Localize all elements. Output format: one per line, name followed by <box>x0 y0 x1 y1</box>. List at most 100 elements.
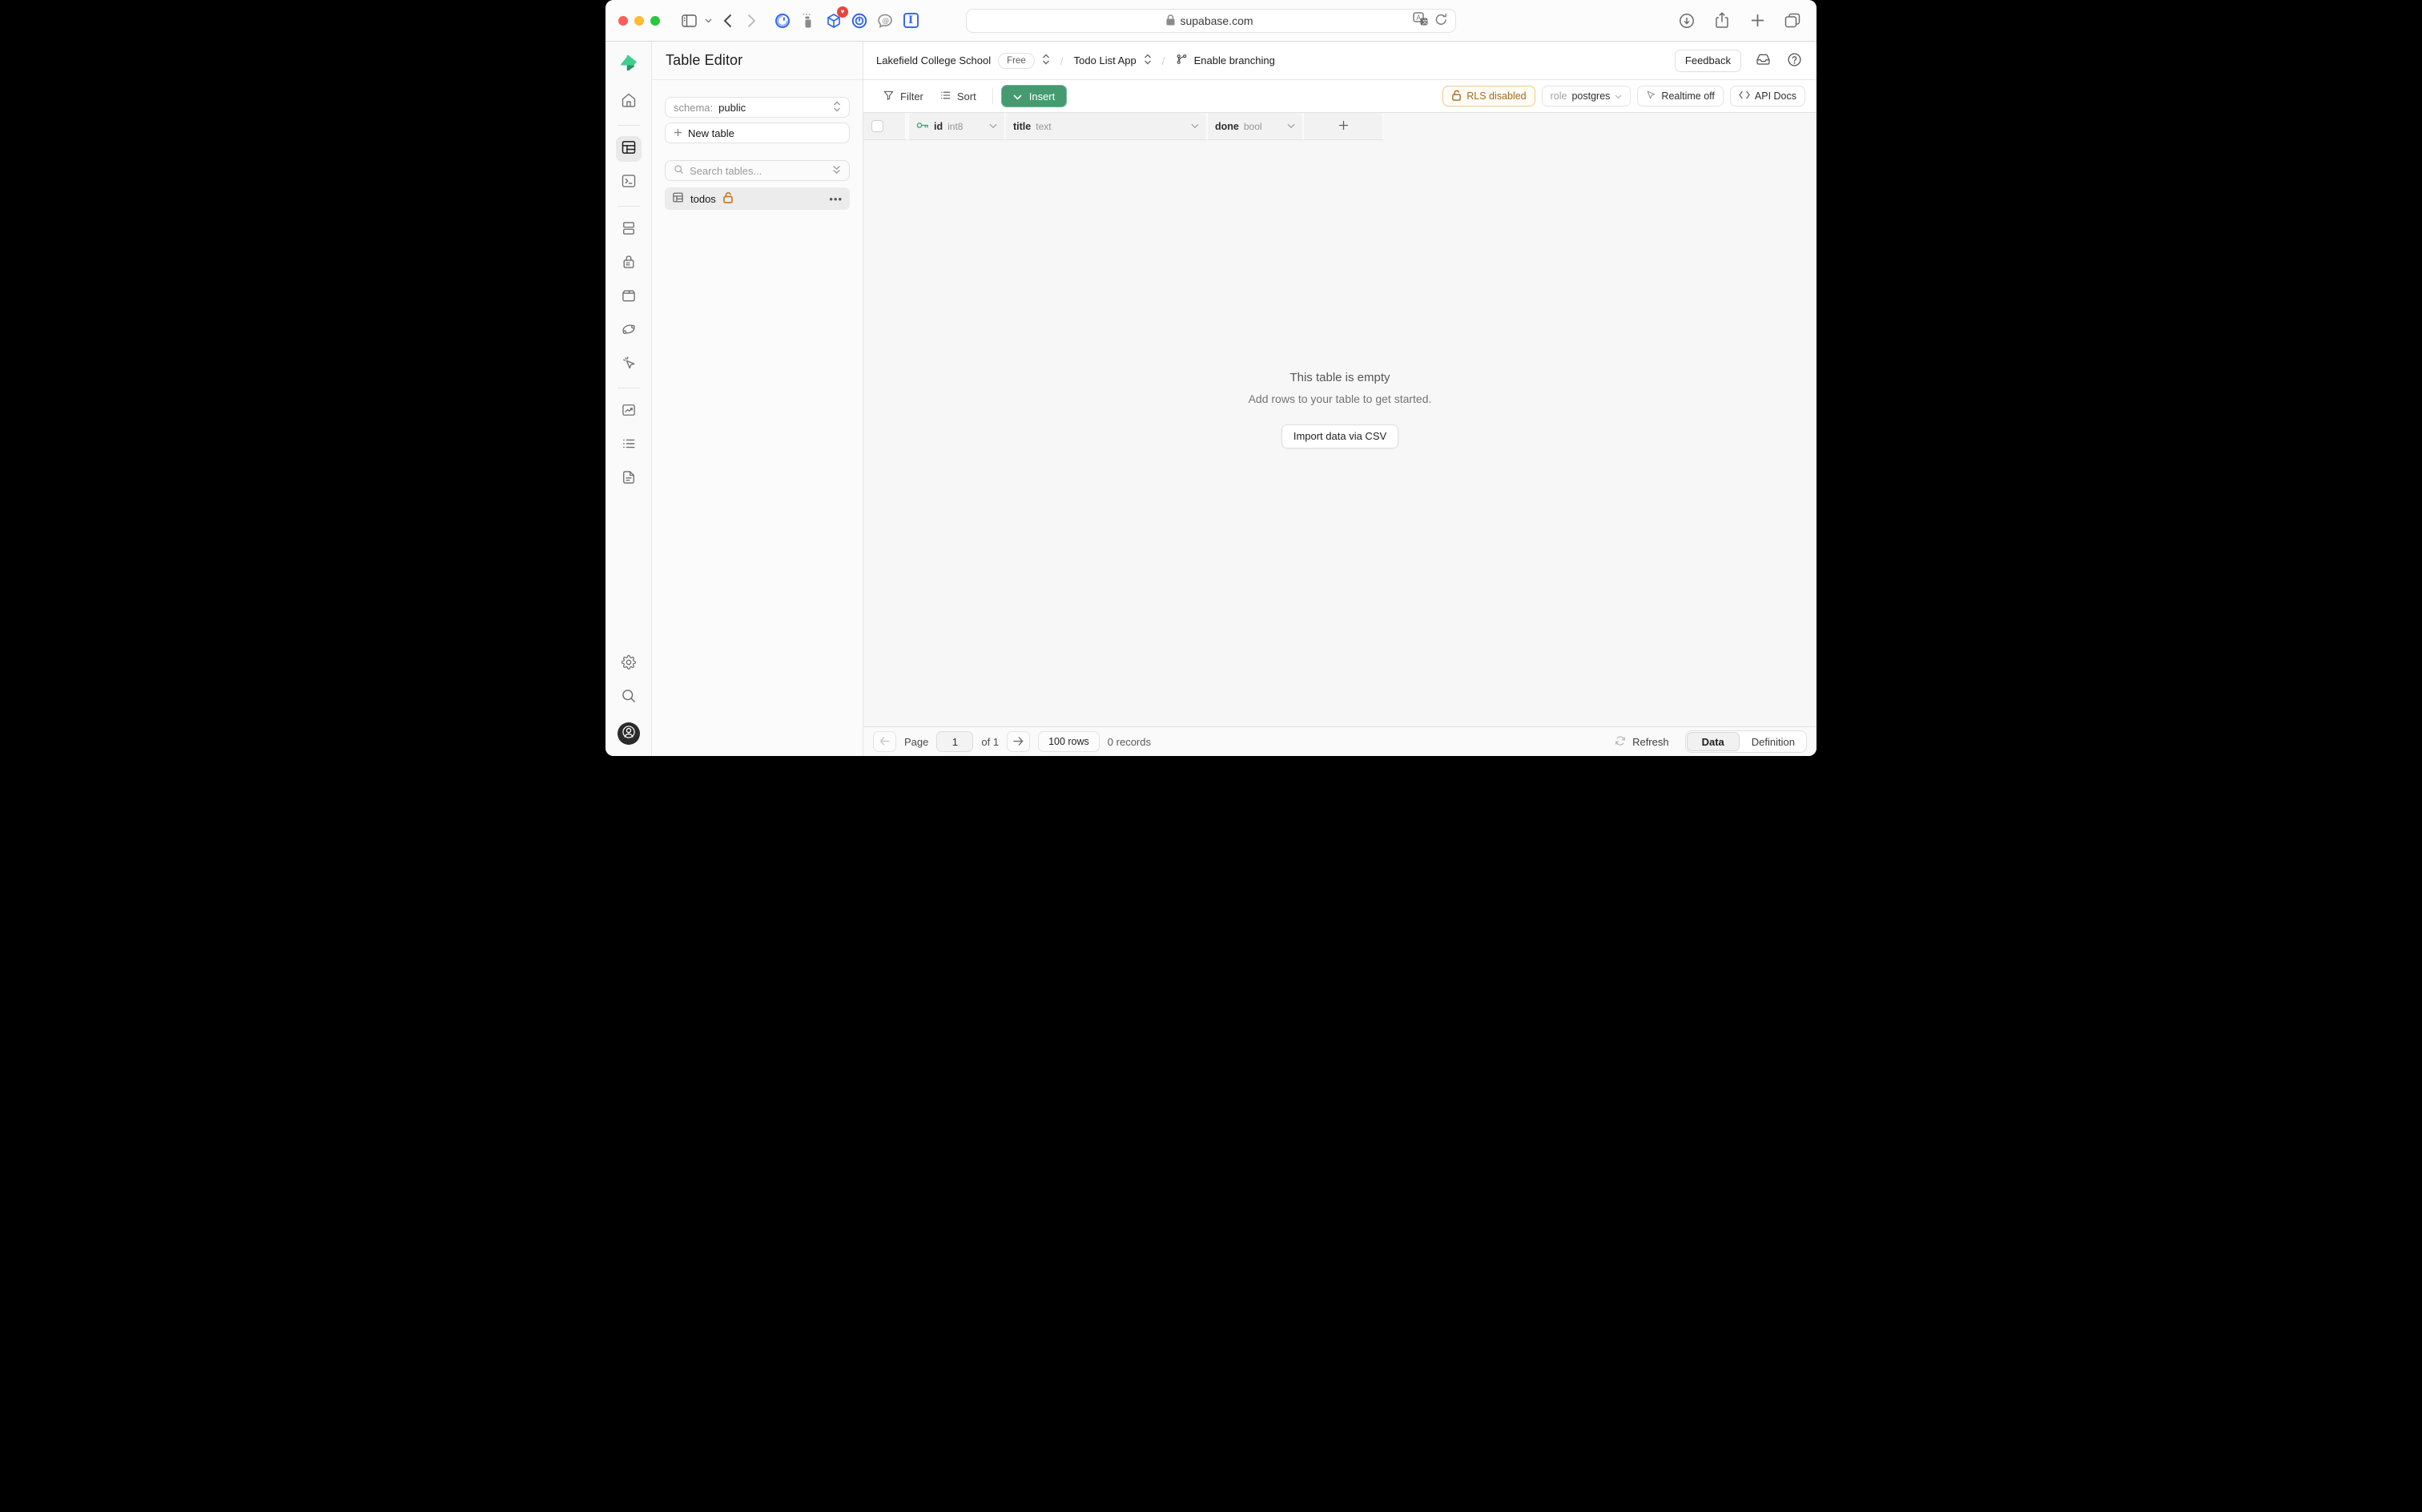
help-button[interactable] <box>1785 50 1804 71</box>
timer-extension-icon[interactable] <box>774 12 791 30</box>
help-circle-icon <box>1787 52 1802 70</box>
search-tables-box[interactable] <box>665 160 850 181</box>
sidebar-toggle-button[interactable] <box>678 10 700 32</box>
tabs-icon <box>1784 13 1800 28</box>
page-title: Table Editor <box>666 52 742 69</box>
org-name[interactable]: Lakefield College School <box>876 54 991 66</box>
plus-icon <box>674 127 682 139</box>
sidebar-item-sql-editor[interactable] <box>616 170 642 195</box>
realtime-toggle-button[interactable]: Realtime off <box>1637 86 1723 107</box>
grammar-extension-icon[interactable]: @ <box>876 12 894 30</box>
package-extension-icon[interactable]: ♥ <box>825 12 843 30</box>
rls-disabled-button[interactable]: RLS disabled <box>1442 86 1535 107</box>
page-label: Page <box>904 736 928 748</box>
empty-state: This table is empty Add rows to your tab… <box>863 113 1816 726</box>
reload-icon[interactable] <box>1435 13 1447 30</box>
address-bar[interactable]: supabase.com A 文 <box>966 9 1456 33</box>
svg-text:文: 文 <box>1422 18 1428 25</box>
empty-state-subtitle: Add rows to your table to get started. <box>1249 392 1432 405</box>
new-table-button[interactable]: New table <box>665 123 850 143</box>
next-page-button[interactable] <box>1007 731 1030 752</box>
sidebar-item-storage[interactable] <box>616 284 642 310</box>
plus-icon <box>1751 14 1764 27</box>
sidebar-item-settings[interactable] <box>616 651 642 677</box>
sidebar-item-logs[interactable] <box>616 432 642 458</box>
table-name: todos <box>690 193 716 205</box>
api-docs-button[interactable]: API Docs <box>1730 86 1805 107</box>
sidebar-item-home[interactable] <box>616 89 642 115</box>
import-csv-button[interactable]: Import data via CSV <box>1281 424 1398 448</box>
empty-state-title: This table is empty <box>1289 371 1390 384</box>
toolbar-divider <box>992 88 993 104</box>
enable-branching-label: Enable branching <box>1194 54 1275 66</box>
new-tab-button[interactable] <box>1746 10 1768 32</box>
forward-button[interactable] <box>740 10 762 32</box>
terminal-icon <box>621 173 637 193</box>
lock-open-icon <box>1451 90 1462 103</box>
sidebar-icon <box>682 14 697 27</box>
sidebar-item-authentication[interactable] <box>616 251 642 276</box>
cleaner-extension-icon[interactable] <box>799 12 817 30</box>
zoom-window-button[interactable] <box>650 16 660 26</box>
sort-button[interactable]: Sort <box>931 86 984 107</box>
grid-toolbar: Filter Sort Insert <box>863 80 1816 113</box>
gear-icon <box>621 654 637 674</box>
reports-chart-icon <box>621 402 637 422</box>
search-tables-input[interactable] <box>690 165 827 177</box>
sidebar-item-api-docs[interactable] <box>616 466 642 492</box>
sidebar-item-realtime[interactable] <box>616 352 642 377</box>
refresh-icon <box>1615 735 1626 749</box>
back-button[interactable] <box>716 10 738 32</box>
tab-overview-button[interactable] <box>1781 10 1804 32</box>
translate-icon[interactable]: A 文 <box>1413 12 1429 30</box>
git-branch-icon <box>1176 53 1188 68</box>
rows-per-page-button[interactable]: 100 rows <box>1038 731 1100 752</box>
downloads-button[interactable] <box>1676 10 1698 32</box>
sidebar-item-table-editor[interactable] <box>616 136 642 162</box>
tab-definition[interactable]: Definition <box>1740 736 1806 748</box>
chevron-down-icon <box>1615 90 1622 102</box>
nav-rail <box>606 42 652 756</box>
grid-footer: Page of 1 100 rows 0 records <box>863 726 1816 756</box>
reader-extension-icon[interactable]: I <box>902 12 919 30</box>
org-switcher-chevrons-icon[interactable] <box>1042 54 1050 67</box>
realtime-cursor-icon <box>621 355 637 375</box>
page-number-input[interactable] <box>936 731 973 752</box>
insert-button[interactable]: Insert <box>1001 85 1068 107</box>
file-text-icon <box>621 469 637 489</box>
sidebar-item-search[interactable] <box>616 685 642 710</box>
minimize-window-button[interactable] <box>634 16 644 26</box>
svg-text:A: A <box>1416 14 1421 22</box>
project-switcher-chevrons-icon[interactable] <box>1144 54 1152 67</box>
data-grid: id int8 title text done <box>863 113 1816 726</box>
sidebar-menu-chevron[interactable] <box>702 10 714 32</box>
code-icon <box>1739 90 1750 102</box>
project-name[interactable]: Todo List App <box>1074 54 1137 66</box>
table-list-item-todos[interactable]: todos ••• <box>665 187 850 210</box>
home-icon <box>621 92 637 112</box>
sidebar-item-database[interactable] <box>616 217 642 243</box>
refresh-button[interactable]: Refresh <box>1610 734 1674 750</box>
sidebar-item-reports[interactable] <box>616 399 642 424</box>
new-table-label: New table <box>688 127 734 139</box>
database-icon <box>621 220 637 240</box>
feedback-button[interactable]: Feedback <box>1675 50 1741 72</box>
close-window-button[interactable] <box>618 16 628 26</box>
sort-icon <box>939 90 952 103</box>
password-manager-extension-icon[interactable] <box>851 12 868 30</box>
table-item-menu-button[interactable]: ••• <box>829 193 843 205</box>
download-icon <box>1679 13 1695 29</box>
search-icon <box>621 688 637 708</box>
schema-select[interactable]: schema: public <box>665 97 850 118</box>
supabase-logo[interactable] <box>616 51 642 77</box>
share-button[interactable] <box>1711 10 1733 32</box>
role-select[interactable]: role postgres <box>1542 86 1631 107</box>
user-avatar[interactable] <box>618 722 640 745</box>
sidebar-item-edge-functions[interactable] <box>616 318 642 344</box>
enable-branching-button[interactable]: Enable branching <box>1176 53 1275 68</box>
notifications-button[interactable] <box>1754 50 1772 70</box>
filter-button[interactable]: Filter <box>875 86 931 107</box>
previous-page-button[interactable] <box>873 731 896 752</box>
tab-data[interactable]: Data <box>1687 732 1740 751</box>
schema-label: schema: <box>674 102 713 114</box>
